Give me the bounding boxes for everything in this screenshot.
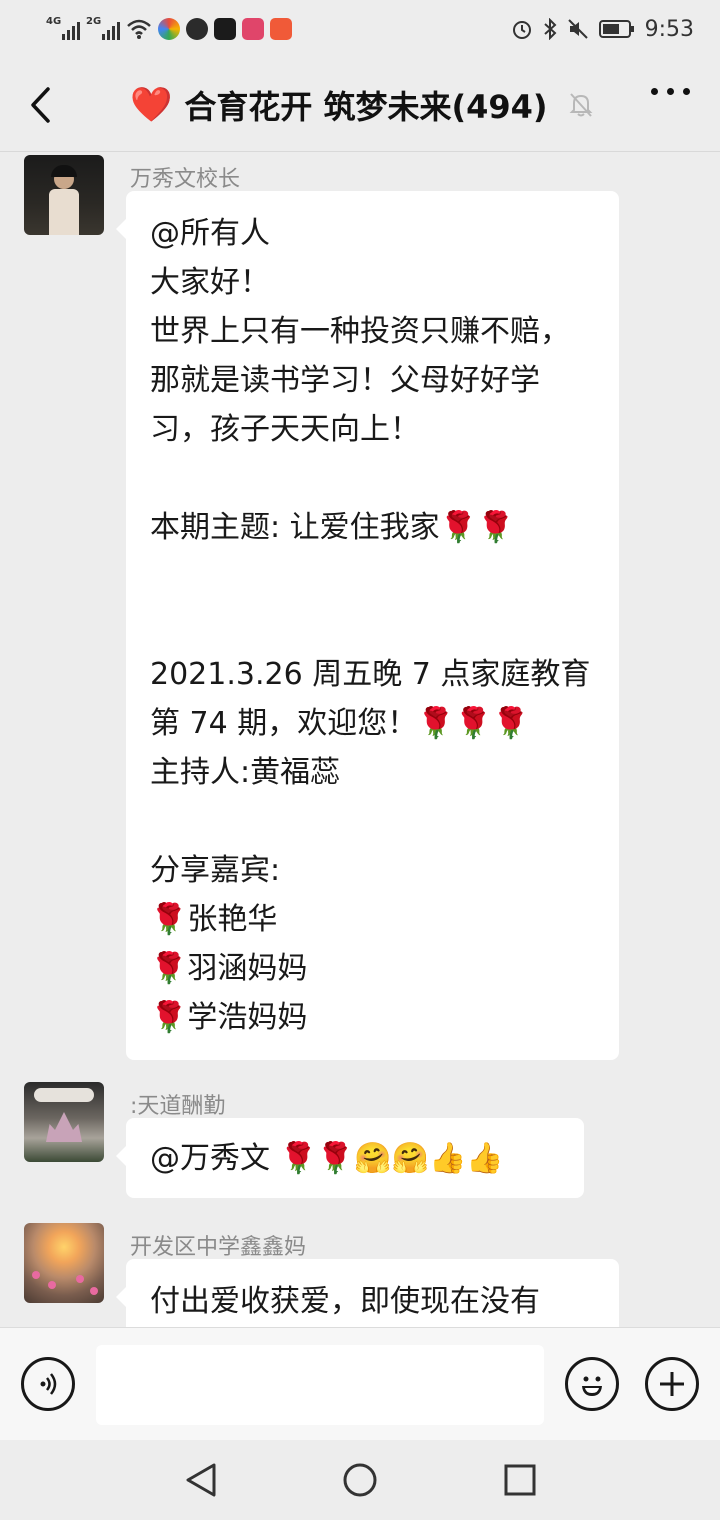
back-button[interactable] [0, 58, 80, 152]
message-line: @所有人 [150, 216, 270, 251]
message-line: 2021.3.26 周五晚 7 点家庭教育 [150, 657, 591, 692]
plus-button[interactable] [645, 1357, 699, 1411]
message-line: 主持人:黄福蕊 [150, 755, 341, 790]
sender-name: 万秀文校长 [130, 167, 241, 192]
emoji-icon [582, 1376, 602, 1396]
message-input[interactable] [96, 1345, 544, 1425]
chat-title: 合育花开 筑梦未来(494) [184, 87, 548, 126]
system-nav-bar [0, 1440, 720, 1520]
message-line [150, 601, 595, 650]
message-line: 分享嘉宾: [150, 853, 281, 888]
message-line: 习，孩子天天向上！ [150, 412, 420, 447]
app-icon-colorful [158, 18, 180, 40]
battery-icon [598, 20, 634, 38]
message-item: 万秀文校长 @所有人 大家好！ 世界上只有一种投资只赚不赔， 那就是读书学习！父… [24, 155, 720, 1065]
app-icon-orange [270, 18, 292, 40]
wifi-icon [127, 19, 151, 39]
message-line: 🌹张艳华 [150, 902, 278, 937]
message-line: 大家好！ [150, 265, 270, 300]
message-line [150, 454, 595, 503]
message-bubble[interactable]: @所有人 大家好！ 世界上只有一种投资只赚不赔， 那就是读书学习！父母好好学 习… [116, 191, 619, 1060]
plus-icon [660, 1372, 684, 1396]
avatar[interactable] [24, 1223, 104, 1303]
status-right: 9:53 [511, 17, 694, 42]
nav-home-icon [343, 1463, 377, 1497]
message-item: 开发区中学鑫鑫妈 付出爱收获爱，即使现在没有 [24, 1223, 720, 1327]
signal-icon-2: 2G [86, 16, 120, 40]
message-item: :天道酬勤 @万秀文 🌹🌹🤗🤗👍👍 [24, 1082, 720, 1202]
nav-back-icon [186, 1463, 216, 1497]
message-line: 付出爱收获爱，即使现在没有 [150, 1284, 540, 1319]
app-icon-pink [242, 18, 264, 40]
mute-icon [567, 19, 588, 39]
avatar[interactable] [24, 155, 104, 235]
message-line: 世界上只有一种投资只赚不赔， [150, 314, 570, 349]
sender-name: :天道酬勤 [130, 1094, 226, 1119]
message-line: 那就是读书学习！父母好好学 [150, 363, 540, 398]
avatar[interactable] [24, 1082, 104, 1162]
nav-back-button[interactable] [181, 1460, 221, 1500]
message-line: 🌹学浩妈妈 [150, 1000, 308, 1035]
app-icon-aperture [186, 18, 208, 40]
chat-header: ❤️ 合育花开 筑梦未来(494) [0, 58, 720, 152]
status-time: 9:53 [644, 16, 694, 42]
message-line: 🌹羽涵妈妈 [150, 951, 308, 986]
signal-2-label: 2G [86, 16, 102, 27]
more-icon [651, 88, 658, 95]
back-arrow-icon [31, 86, 50, 123]
message-line: 本期主题: 让爱住我家🌹🌹 [150, 510, 515, 545]
signal-icon-1: 4G [46, 16, 80, 40]
voice-button[interactable] [21, 1357, 75, 1411]
heart-icon: ❤️ [130, 84, 173, 125]
status-left: 4G 2G [46, 16, 292, 40]
voice-icon [40, 1373, 57, 1395]
mute-bell-icon [568, 91, 594, 119]
more-button[interactable] [651, 88, 690, 95]
sender-name: 开发区中学鑫鑫妈 [130, 1235, 307, 1260]
input-bar [0, 1327, 720, 1440]
nav-recent-button[interactable] [500, 1460, 540, 1500]
bluetooth-icon [543, 18, 557, 40]
message-line: @万秀文 🌹🌹🤗🤗👍👍 [150, 1141, 504, 1176]
nav-home-button[interactable] [340, 1460, 380, 1500]
message-line: 第 74 期，欢迎您！🌹🌹🌹 [150, 706, 530, 741]
app-icon-box [214, 18, 236, 40]
signal-1-label: 4G [46, 16, 62, 27]
chat-area[interactable]: 万秀文校长 @所有人 大家好！ 世界上只有一种投资只赚不赔， 那就是读书学习！父… [0, 152, 720, 1327]
message-line [150, 552, 595, 601]
message-bubble[interactable]: @万秀文 🌹🌹🤗🤗👍👍 [116, 1118, 584, 1198]
chat-title-group[interactable]: ❤️ 合育花开 筑梦未来(494) [130, 82, 594, 128]
emoji-button[interactable] [565, 1357, 619, 1411]
status-bar: 4G 2G 9:53 [0, 0, 720, 58]
nav-recent-icon [504, 1464, 536, 1496]
alarm-icon [512, 21, 531, 39]
message-line [150, 797, 595, 846]
message-bubble[interactable]: 付出爱收获爱，即使现在没有 [116, 1259, 619, 1327]
